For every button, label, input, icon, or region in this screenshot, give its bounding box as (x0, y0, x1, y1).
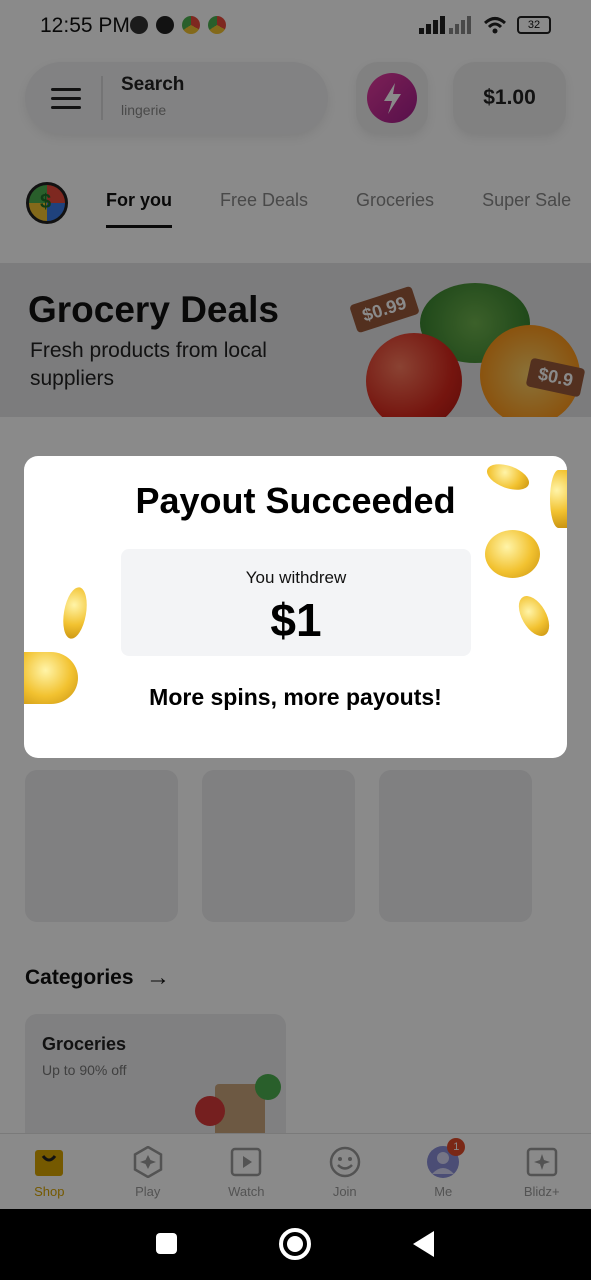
recent-apps-icon[interactable] (156, 1233, 177, 1254)
withdraw-summary-box: You withdrew $1 (121, 549, 471, 656)
coin-icon (550, 470, 567, 528)
system-navigation-bar (0, 1209, 591, 1280)
back-icon[interactable] (413, 1231, 434, 1257)
dialog-message: More spins, more payouts! (149, 684, 442, 710)
payout-success-dialog[interactable]: Payout Succeeded You withdrew $1 More sp… (24, 456, 567, 758)
coin-icon (485, 530, 540, 578)
home-icon[interactable] (279, 1228, 311, 1260)
withdraw-label: You withdrew (245, 568, 347, 587)
coin-icon (24, 652, 78, 704)
withdraw-amount: $1 (270, 594, 322, 646)
dialog-title: Payout Succeeded (135, 480, 456, 521)
